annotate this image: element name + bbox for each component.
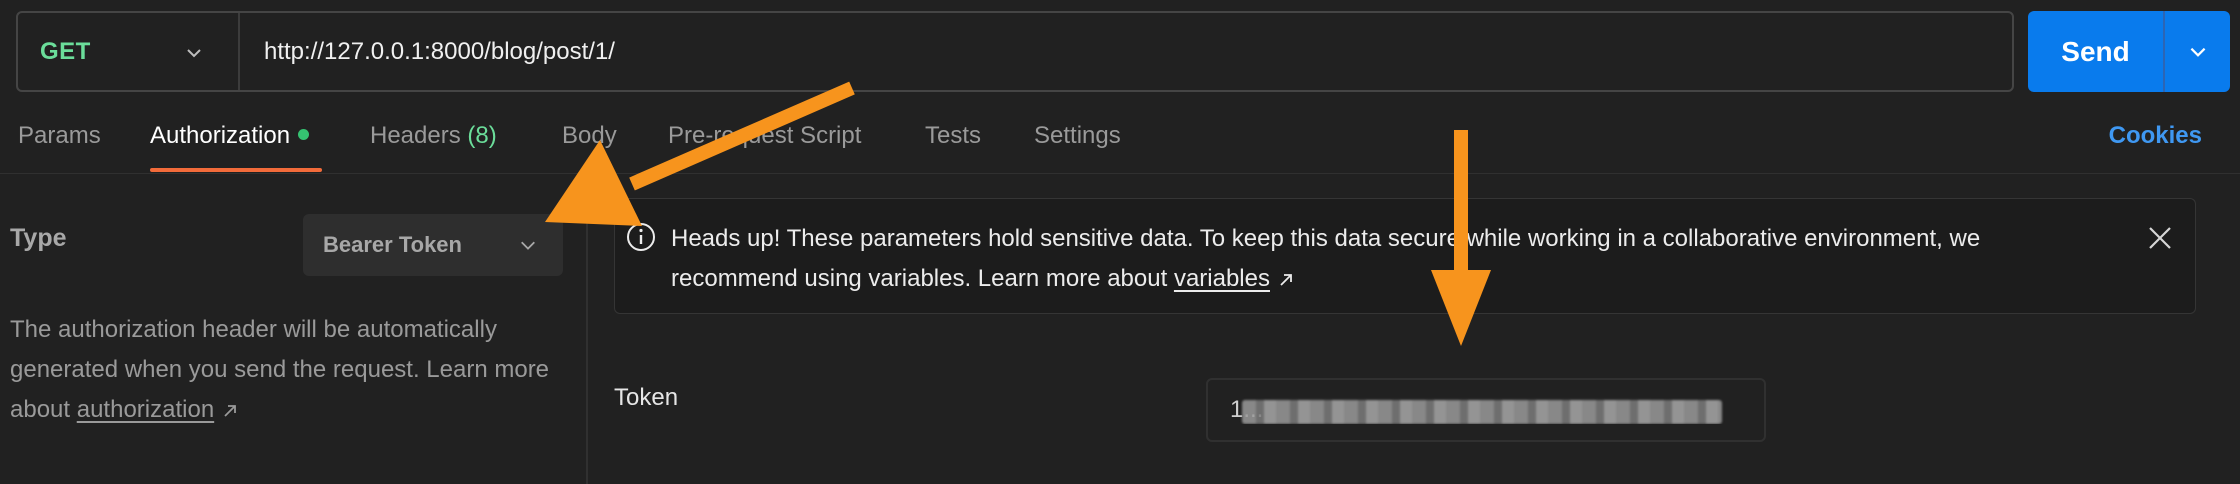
send-button[interactable]: Send xyxy=(2028,11,2165,92)
chevron-down-icon xyxy=(2190,47,2205,57)
info-circle-icon xyxy=(627,223,655,251)
sensitive-data-banner: Heads up! These parameters hold sensitiv… xyxy=(614,198,2196,314)
token-input[interactable]: 1... xyxy=(1206,378,1766,442)
close-icon[interactable] xyxy=(2147,225,2173,251)
tab-authorization[interactable]: Authorization xyxy=(150,122,310,150)
active-indicator-dot xyxy=(298,129,310,141)
auth-type-value: Bearer Token xyxy=(323,232,462,257)
token-label: Token xyxy=(614,384,679,411)
tab-label: Authorization xyxy=(150,122,291,149)
tab-settings[interactable]: Settings xyxy=(1034,122,1121,150)
auth-type-select[interactable]: Bearer Token xyxy=(303,214,563,276)
tab-label: Settings xyxy=(1034,122,1121,149)
arrow-up-right-icon xyxy=(1280,273,1292,286)
auth-description: The authorization header will be automat… xyxy=(10,310,570,430)
url-bar: GET http://127.0.0.1:8000/blog/post/1/ xyxy=(16,11,2014,92)
method-label: GET xyxy=(40,37,91,65)
tab-label: Headers xyxy=(370,122,461,149)
send-button-group: Send xyxy=(2028,11,2230,92)
authorization-link[interactable]: authorization xyxy=(77,396,214,423)
tab-label: Tests xyxy=(925,122,982,149)
method-select[interactable]: GET xyxy=(18,13,240,90)
auth-type-label: Type xyxy=(10,224,67,252)
chevron-down-icon xyxy=(187,49,201,58)
tab-label: Pre-request Script xyxy=(668,122,862,149)
active-tab-underline xyxy=(150,168,322,172)
tab-pre-request-script[interactable]: Pre-request Script xyxy=(668,122,861,150)
url-input[interactable]: http://127.0.0.1:8000/blog/post/1/ xyxy=(240,38,615,66)
banner-message: Heads up! These parameters hold sensitiv… xyxy=(671,219,2111,299)
tab-params[interactable]: Params xyxy=(18,122,101,150)
tab-headers[interactable]: Headers (8) xyxy=(370,122,497,150)
request-tabs: Params Authorization Headers (8) Body Pr… xyxy=(0,108,2240,174)
send-options-button[interactable] xyxy=(2165,11,2230,92)
auth-type-panel: Type Bearer Token The authorization head… xyxy=(0,174,588,484)
headers-count-badge: (8) xyxy=(467,122,497,149)
arrow-up-right-icon xyxy=(224,404,237,417)
request-editor: GET http://127.0.0.1:8000/blog/post/1/ S… xyxy=(0,0,2240,484)
cookies-link[interactable]: Cookies xyxy=(2109,122,2202,150)
chevron-down-icon xyxy=(521,241,535,250)
variables-link[interactable]: variables xyxy=(1174,265,1270,292)
tab-body[interactable]: Body xyxy=(562,122,617,150)
tab-label: Body xyxy=(562,122,617,149)
tab-label: Params xyxy=(18,122,101,149)
token-redaction xyxy=(1242,400,1722,424)
banner-message-text: Heads up! These parameters hold sensitiv… xyxy=(671,225,1981,292)
tab-tests[interactable]: Tests xyxy=(925,122,981,150)
token-value: 1... xyxy=(1230,396,1750,424)
